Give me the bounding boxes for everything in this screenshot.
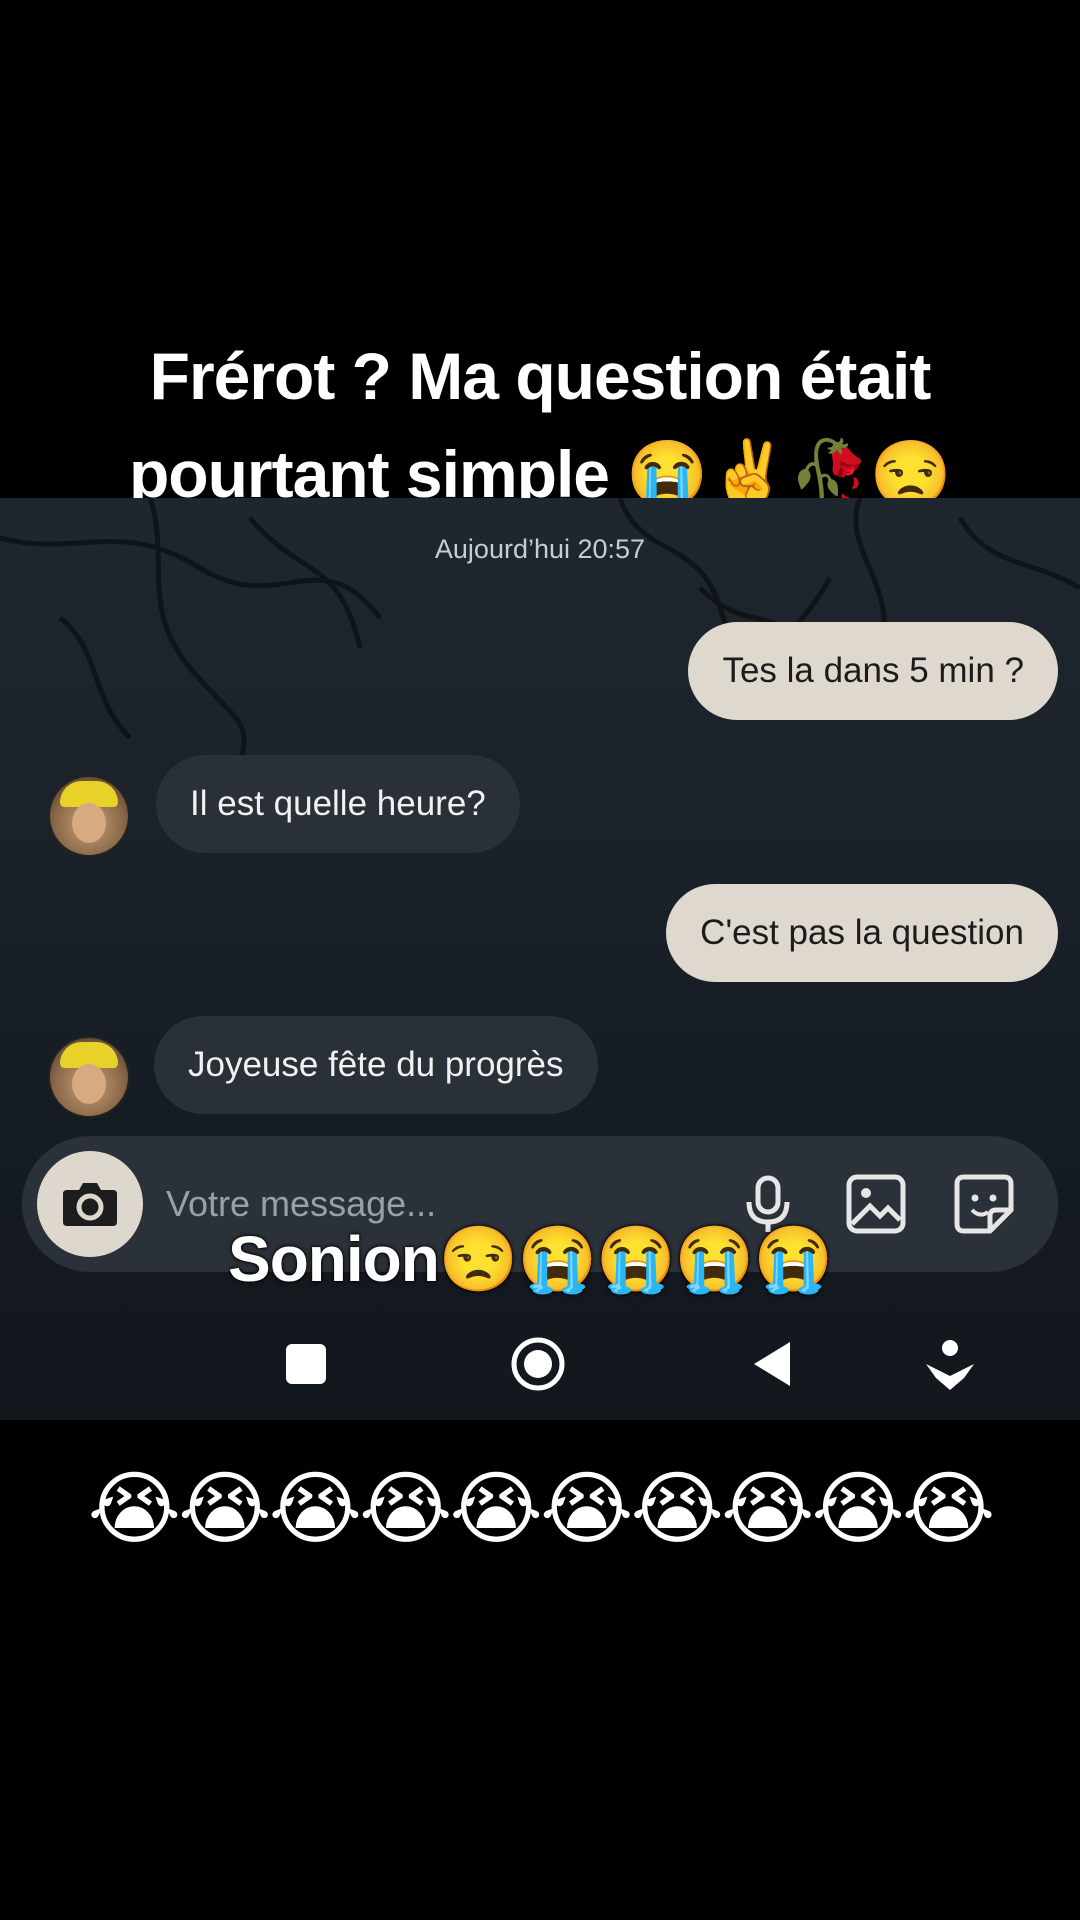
bottom-caption: 😭😭😭😭😭😭😭😭😭😭 xyxy=(87,1462,996,1555)
back-icon[interactable] xyxy=(742,1334,802,1394)
caption-line-1: Frérot ? Ma question était xyxy=(149,339,932,413)
message-outgoing[interactable]: C'est pas la question xyxy=(666,884,1058,982)
assistant-icon[interactable] xyxy=(920,1334,980,1394)
android-navigation-bar xyxy=(0,1324,1080,1404)
chat-screen: Aujourd’hui 20:57 Tes la dans 5 min ? Il… xyxy=(0,498,1080,1420)
message-incoming[interactable]: Il est quelle heure? xyxy=(156,755,520,853)
overlay-caption: Sonion😒😭😭😭😭 xyxy=(228,1223,833,1295)
video-caption-top: Frérot ? Ma question était pourtant simp… xyxy=(0,327,1080,523)
camera-button[interactable] xyxy=(37,1151,143,1257)
chat-timestamp: Aujourd’hui 20:57 xyxy=(434,534,646,564)
message-outgoing[interactable]: Tes la dans 5 min ? xyxy=(688,622,1058,720)
camera-icon xyxy=(63,1183,117,1226)
contact-avatar[interactable] xyxy=(48,775,130,857)
contact-avatar[interactable] xyxy=(48,1036,130,1118)
sticker-icon[interactable] xyxy=(952,1172,1016,1236)
home-icon[interactable] xyxy=(508,1334,568,1394)
gallery-icon[interactable] xyxy=(844,1172,908,1236)
message-incoming[interactable]: Joyeuse fête du progrès xyxy=(154,1016,598,1114)
recents-icon[interactable] xyxy=(276,1334,336,1394)
